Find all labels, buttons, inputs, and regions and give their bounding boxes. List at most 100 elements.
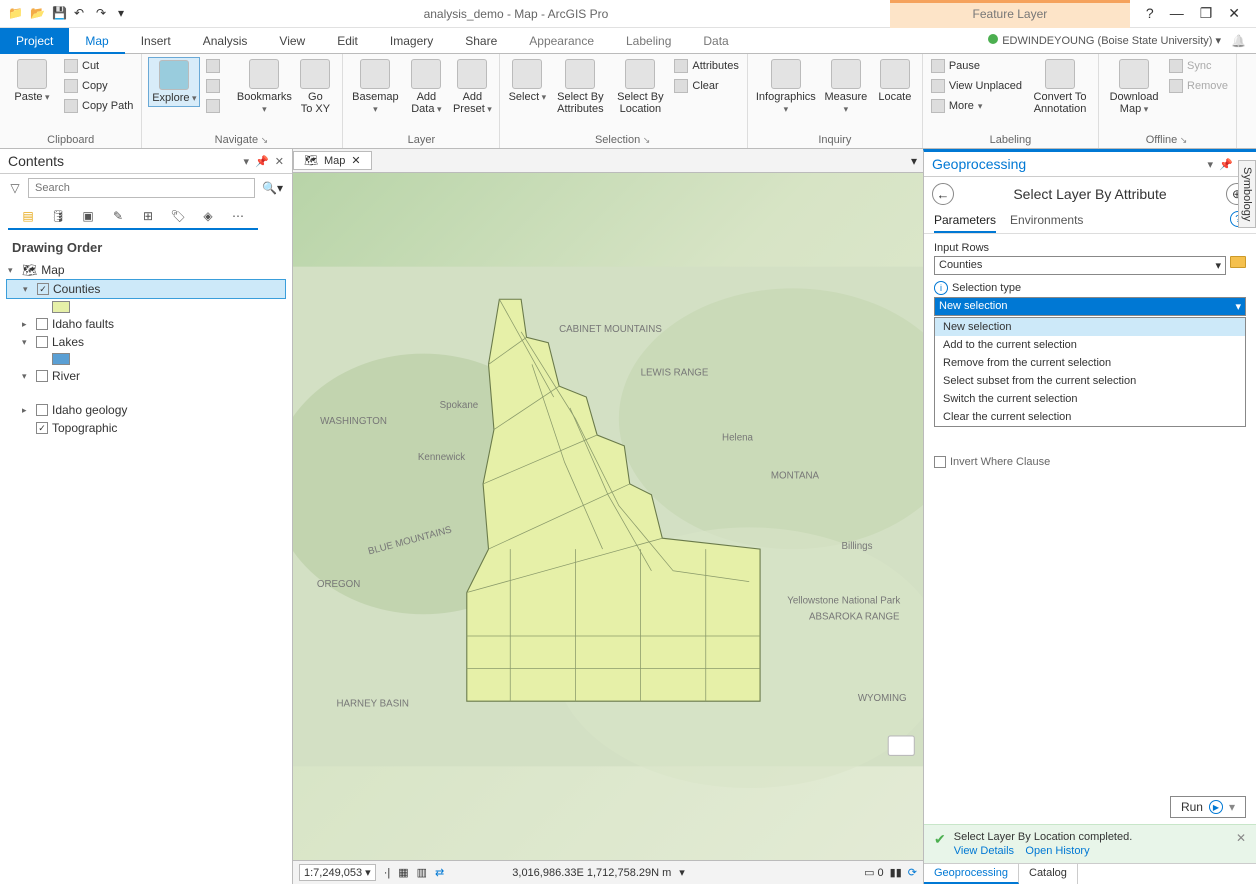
sync-button[interactable]: Sync xyxy=(1167,57,1230,75)
close-icon[interactable]: ✕ xyxy=(1228,5,1240,22)
tree-item-counties[interactable]: ▾✓Counties xyxy=(6,279,286,299)
list-by-labeling-icon[interactable]: 🏷 xyxy=(168,206,188,226)
list-by-drawing-order-icon[interactable]: ▤ xyxy=(18,206,38,226)
offline-launcher-icon[interactable]: ↘ xyxy=(1177,135,1189,145)
select-by-location-button[interactable]: Select By Location xyxy=(612,57,668,117)
selection-type-dropdown[interactable]: New selection▾ New selection Add to the … xyxy=(934,297,1246,316)
option-clear-selection[interactable]: Clear the current selection xyxy=(935,408,1245,426)
tab-map[interactable]: Map xyxy=(69,28,124,54)
map-view-tab[interactable]: 🗺 Map ✕ xyxy=(293,151,372,170)
user-account[interactable]: EDWINDEYOUNG (Boise State University) ▾ xyxy=(988,34,1221,47)
checkbox-icon[interactable] xyxy=(36,336,48,348)
copy-path-button[interactable]: Copy Path xyxy=(62,97,135,115)
paste-button[interactable]: Paste xyxy=(6,57,58,105)
refresh-icon[interactable]: ⟳ xyxy=(908,866,917,879)
checkbox-icon[interactable] xyxy=(36,318,48,330)
search-input[interactable] xyxy=(28,178,255,198)
tab-analysis[interactable]: Analysis xyxy=(187,28,264,54)
pin-icon[interactable]: 📌 xyxy=(255,155,269,168)
view-details-link[interactable]: View Details xyxy=(954,845,1014,857)
option-add-to-selection[interactable]: Add to the current selection xyxy=(935,336,1245,354)
infographics-button[interactable]: Infographics xyxy=(754,57,818,117)
list-by-editing-icon[interactable]: ✎ xyxy=(108,206,128,226)
scale-lock-icon[interactable]: ·| xyxy=(384,867,391,879)
explore-button[interactable]: Explore xyxy=(148,57,200,107)
tab-data[interactable]: Data xyxy=(687,28,744,54)
filter-icon[interactable]: ▽ xyxy=(6,178,24,198)
close-map-tab-icon[interactable]: ✕ xyxy=(351,154,360,167)
measure-button[interactable]: Measure xyxy=(822,57,870,117)
bookmarks-button[interactable]: Bookmarks xyxy=(238,57,290,117)
notifications-icon[interactable] xyxy=(1231,34,1246,48)
attributes-button[interactable]: Attributes xyxy=(672,57,740,75)
option-switch-selection[interactable]: Switch the current selection xyxy=(935,390,1245,408)
add-preset-button[interactable]: Add Preset xyxy=(451,57,493,117)
select-button[interactable]: Select xyxy=(506,57,548,105)
save-icon[interactable]: 💾 xyxy=(52,6,68,22)
help-icon[interactable]: ? xyxy=(1146,5,1154,22)
checkbox-icon[interactable] xyxy=(36,404,48,416)
tree-item-idaho-faults[interactable]: ▸Idaho faults xyxy=(6,315,286,333)
constraint-icon-1[interactable]: ▦ xyxy=(398,866,408,879)
open-history-link[interactable]: Open History xyxy=(1025,845,1089,857)
copy-button[interactable]: Copy xyxy=(62,77,135,95)
tab-imagery[interactable]: Imagery xyxy=(374,28,449,54)
back-button[interactable]: ← xyxy=(932,183,954,205)
list-by-selection-icon[interactable]: ▣ xyxy=(78,206,98,226)
tab-labeling[interactable]: Labeling xyxy=(610,28,687,54)
pause-drawing-icon[interactable]: ▮▮ xyxy=(890,866,902,879)
more-tools-icon[interactable]: ⋯ xyxy=(228,206,248,226)
invert-where-clause[interactable]: Invert Where Clause xyxy=(934,456,1246,468)
view-unplaced-button[interactable]: View Unplaced xyxy=(929,77,1024,95)
restore-icon[interactable]: ❐ xyxy=(1200,5,1213,22)
search-icon[interactable]: 🔍▾ xyxy=(259,178,286,198)
pause-labeling-button[interactable]: Pause xyxy=(929,57,1024,75)
bottom-tab-geoprocessing[interactable]: Geoprocessing xyxy=(924,864,1019,884)
constraint-icon-2[interactable]: ▥ xyxy=(417,866,427,879)
checkbox-icon[interactable]: ✓ xyxy=(36,422,48,434)
selection-chip[interactable]: ▭ 0 xyxy=(864,866,884,879)
locate-button[interactable]: Locate xyxy=(874,57,916,105)
run-button[interactable]: Run ▶ ▾ xyxy=(1170,796,1246,818)
map-canvas[interactable]: WASHINGTON Spokane OREGON MONTANA Helena… xyxy=(293,173,923,860)
tab-appearance[interactable]: Appearance xyxy=(513,28,610,54)
checkbox-icon[interactable] xyxy=(36,370,48,382)
clear-button[interactable]: Clear xyxy=(672,77,740,95)
add-data-button[interactable]: Add Data xyxy=(405,57,447,117)
gp-pane-menu-icon[interactable]: ▾ xyxy=(1208,158,1214,171)
close-pane-icon[interactable]: ✕ xyxy=(275,155,284,168)
remove-button[interactable]: Remove xyxy=(1167,77,1230,95)
undo-icon[interactable]: ↶ xyxy=(74,6,90,22)
tab-project[interactable]: Project xyxy=(0,28,69,54)
tree-map-root[interactable]: ▾🗺Map xyxy=(6,261,286,279)
option-new-selection[interactable]: New selection xyxy=(935,318,1245,336)
info-icon[interactable]: i xyxy=(934,281,948,295)
qat-customize-icon[interactable]: ▾ xyxy=(118,6,134,22)
snap-icon[interactable]: ⇄ xyxy=(435,866,444,879)
basemap-button[interactable]: Basemap xyxy=(349,57,401,117)
tab-insert[interactable]: Insert xyxy=(125,28,187,54)
full-extent-button[interactable] xyxy=(204,57,234,75)
gp-pin-icon[interactable]: 📌 xyxy=(1219,158,1233,171)
tab-edit[interactable]: Edit xyxy=(321,28,374,54)
tree-item-lakes[interactable]: ▾Lakes xyxy=(6,333,286,351)
checkbox-icon[interactable] xyxy=(934,456,946,468)
checkbox-icon[interactable]: ✓ xyxy=(37,283,49,295)
tree-item-river[interactable]: ▾River xyxy=(6,367,286,385)
fixed-zoom-in-button[interactable] xyxy=(204,77,234,95)
tab-share[interactable]: Share xyxy=(449,28,513,54)
pane-menu-icon[interactable]: ▾ xyxy=(244,155,250,168)
tab-environments[interactable]: Environments xyxy=(1010,211,1083,233)
select-by-attributes-button[interactable]: Select By Attributes xyxy=(552,57,608,117)
input-rows-field[interactable]: Counties▾ xyxy=(934,256,1226,275)
previous-extent-button[interactable] xyxy=(204,97,234,115)
option-remove-from-selection[interactable]: Remove from the current selection xyxy=(935,354,1245,372)
tree-item-idaho-geology[interactable]: ▸Idaho geology xyxy=(6,401,286,419)
list-by-snapping-icon[interactable]: ⊞ xyxy=(138,206,158,226)
coords-menu-icon[interactable]: ▾ xyxy=(679,866,685,879)
view-menu-icon[interactable]: ▾ xyxy=(911,154,923,168)
goto-xy-button[interactable]: Go To XY xyxy=(294,57,336,117)
dismiss-status-icon[interactable]: ✕ xyxy=(1236,831,1246,845)
run-menu-icon[interactable]: ▾ xyxy=(1229,800,1235,814)
tab-parameters[interactable]: Parameters xyxy=(934,211,996,233)
